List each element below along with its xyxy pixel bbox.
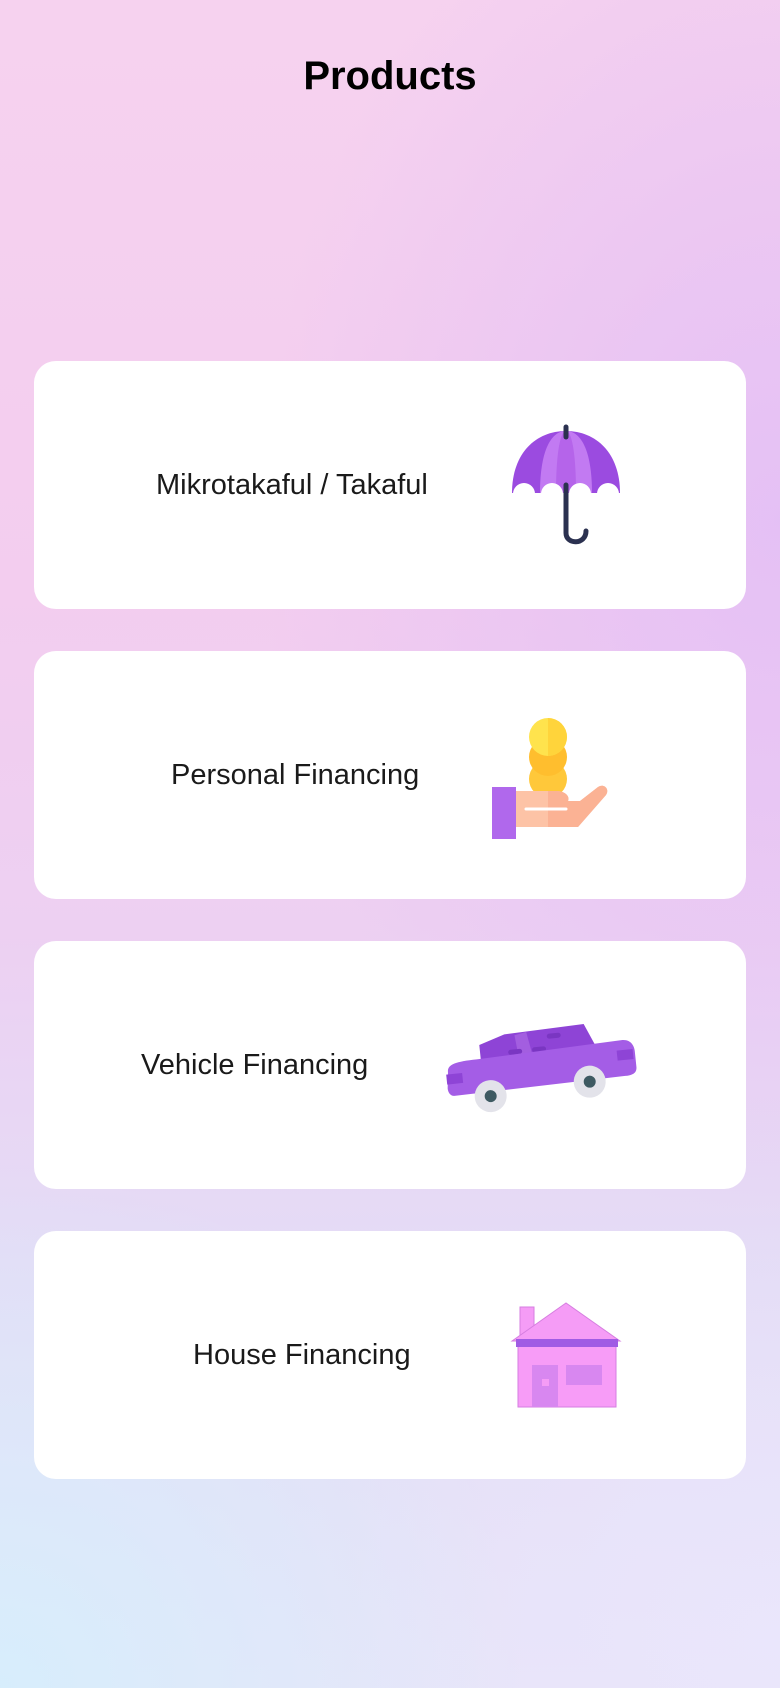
product-label-house-financing: House Financing [193,1339,411,1371]
product-label-personal-financing: Personal Financing [171,759,420,791]
product-label-vehicle-financing: Vehicle Financing [141,1049,369,1081]
product-label-takaful: Mikrotakaful / Takaful [156,469,428,501]
page-title: Products [303,54,477,98]
car-icon [438,1013,638,1123]
product-card-vehicle-financing[interactable]: Vehicle Financing [34,941,746,1189]
product-card-house-financing[interactable]: House Financing [34,1231,746,1479]
house-icon [510,1299,630,1411]
umbrella-icon [506,423,626,547]
product-card-takaful[interactable]: Mikrotakaful / Takaful [34,361,746,609]
product-card-personal-financing[interactable]: Personal Financing [34,651,746,899]
coins-hand-icon [486,709,616,839]
